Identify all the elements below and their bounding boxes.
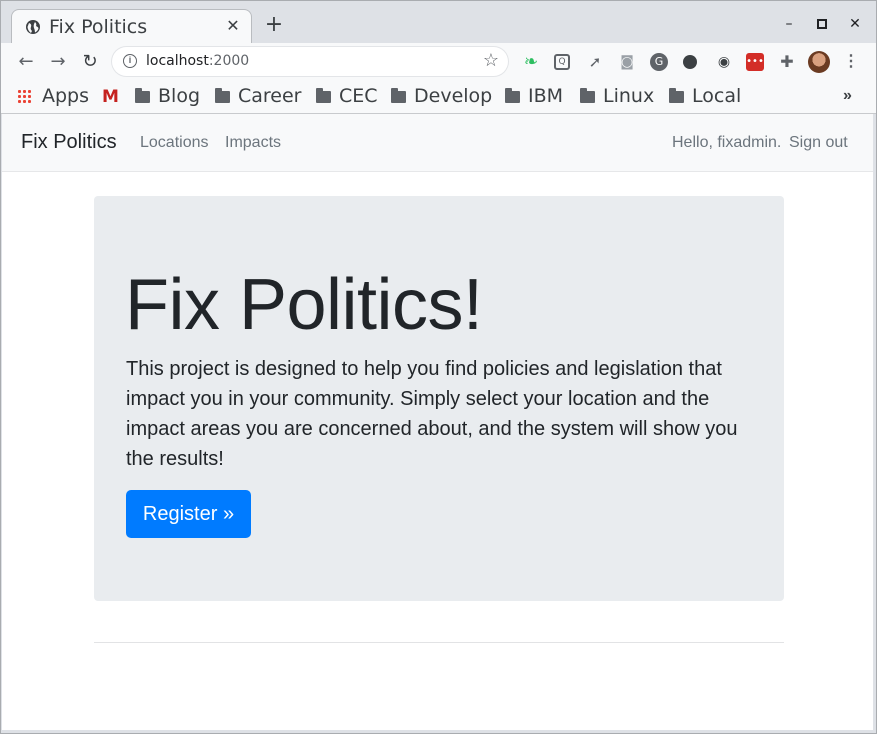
- bookmark-folder-cec[interactable]: CEC: [316, 84, 378, 108]
- rocket-icon[interactable]: ➚: [586, 53, 604, 71]
- footer-divider: [94, 642, 784, 643]
- hero-title: Fix Politics!: [125, 265, 483, 345]
- bookmark-star-icon[interactable]: ☆: [483, 50, 499, 71]
- folder-icon: [505, 87, 520, 103]
- site-brand[interactable]: Fix Politics: [21, 131, 117, 154]
- grammarly-icon[interactable]: G: [650, 53, 668, 71]
- url-host: localhost: [146, 53, 209, 69]
- nav-link-impacts[interactable]: Impacts: [225, 134, 281, 152]
- pocket-icon[interactable]: Q: [554, 54, 570, 70]
- apps-grid-icon: [17, 89, 32, 104]
- tab-strip: Fix Politics ✕ + – ✕: [1, 1, 876, 43]
- bookmark-folder-ibm[interactable]: IBM: [505, 84, 563, 108]
- minimize-button[interactable]: –: [778, 13, 800, 35]
- folder-icon: [316, 87, 331, 103]
- bookmark-label: Career: [238, 85, 302, 107]
- folder-icon: [391, 87, 406, 103]
- browser-window: Fix Politics ✕ + – ✕ ← → ↻ i localhost:2…: [0, 0, 877, 734]
- gmail-icon: M: [102, 87, 119, 107]
- profile-avatar[interactable]: [808, 51, 830, 73]
- bookmark-label: Linux: [603, 85, 655, 107]
- address-url[interactable]: localhost:2000: [146, 53, 249, 69]
- bookmark-folder-develop[interactable]: Develop: [391, 84, 492, 108]
- nav-link-locations[interactable]: Locations: [140, 134, 209, 152]
- bookmark-label: Blog: [158, 85, 200, 107]
- bookmark-label: Apps: [42, 85, 90, 107]
- hero-jumbotron: Fix Politics! This project is designed t…: [94, 196, 784, 601]
- globe-icon: [26, 20, 40, 34]
- back-button[interactable]: ←: [13, 49, 39, 75]
- bookmark-apps[interactable]: Apps: [17, 84, 89, 108]
- new-tab-button[interactable]: +: [263, 14, 285, 36]
- folder-icon: [135, 87, 150, 103]
- bookmark-folder-career[interactable]: Career: [215, 84, 302, 108]
- user-greeting: Hello, fixadmin.: [672, 134, 782, 151]
- forward-button[interactable]: →: [45, 49, 71, 75]
- lastpass-icon[interactable]: •••: [746, 53, 764, 71]
- camera-icon[interactable]: ◙: [618, 53, 636, 71]
- toggle-icon[interactable]: [683, 55, 697, 69]
- browser-menu-icon[interactable]: ⋮: [843, 51, 859, 73]
- address-bar[interactable]: i localhost:2000 ☆: [112, 47, 508, 76]
- register-button[interactable]: Register »: [126, 490, 251, 538]
- tab-title: Fix Politics: [49, 16, 148, 38]
- reload-button[interactable]: ↻: [77, 49, 103, 75]
- folder-icon: [580, 87, 595, 103]
- page-content: Fix Politics Locations Impacts Hello, fi…: [2, 114, 873, 730]
- sign-out-link[interactable]: Sign out: [789, 134, 848, 152]
- maximize-icon: [817, 19, 827, 29]
- bookmark-label: Local: [692, 85, 742, 107]
- maximize-button[interactable]: [811, 13, 833, 35]
- bookmark-label: CEC: [339, 85, 378, 107]
- hero-description: This project is designed to help you fin…: [126, 358, 738, 470]
- bookmark-label: Develop: [414, 85, 493, 107]
- bookmark-folder-blog[interactable]: Blog: [135, 84, 200, 108]
- folder-icon: [669, 87, 684, 103]
- evernote-icon[interactable]: ❧: [522, 53, 540, 71]
- bookmark-folder-local[interactable]: Local: [669, 84, 741, 108]
- bookmark-label: IBM: [528, 85, 564, 107]
- close-window-button[interactable]: ✕: [844, 13, 866, 35]
- tab-close-icon[interactable]: ✕: [223, 16, 243, 36]
- browser-toolbar: ← → ↻ i localhost:2000 ☆ ❧ Q ➚ ◙ G ◉ •••…: [1, 43, 876, 81]
- site-navbar: Fix Politics Locations Impacts Hello, fi…: [2, 114, 873, 172]
- url-port: :2000: [208, 53, 250, 69]
- puzzle-icon[interactable]: ✚: [778, 53, 796, 71]
- site-info-icon[interactable]: i: [123, 54, 137, 68]
- tab-fix-politics[interactable]: Fix Politics ✕: [11, 9, 252, 43]
- bookmarks-overflow-icon[interactable]: »: [843, 84, 852, 108]
- bookmark-folder-linux[interactable]: Linux: [580, 84, 654, 108]
- bookmark-gmail[interactable]: M: [102, 84, 119, 108]
- owl-icon[interactable]: ◉: [715, 53, 733, 71]
- folder-icon: [215, 87, 230, 103]
- bookmarks-bar: Apps M Blog Career CEC Develop IBM Linux…: [1, 81, 876, 114]
